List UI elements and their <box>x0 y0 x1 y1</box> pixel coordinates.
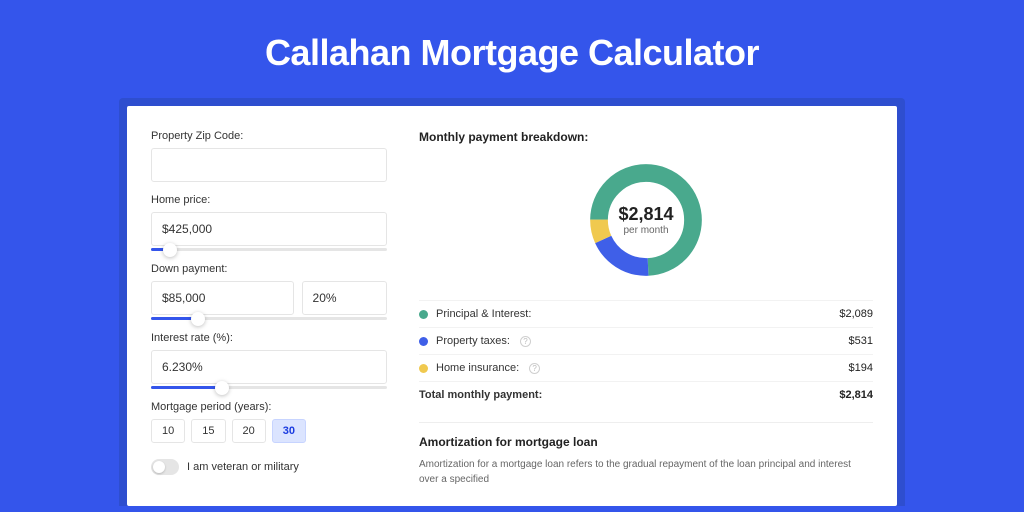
zip-label: Property Zip Code: <box>151 130 387 142</box>
help-icon[interactable]: ? <box>529 363 540 374</box>
card-shadow-frame: Property Zip Code: Home price: Down paym… <box>119 98 905 506</box>
legend-value: $194 <box>849 362 873 374</box>
period-option-15[interactable]: 15 <box>191 419 225 443</box>
rate-slider[interactable] <box>151 386 387 389</box>
down-field: Down payment: <box>151 263 387 320</box>
price-slider[interactable] <box>151 248 387 251</box>
period-options: 10 15 20 30 <box>151 419 387 443</box>
veteran-row: I am veteran or military <box>151 459 387 475</box>
legend-row-principal: Principal & Interest: $2,089 <box>419 300 873 327</box>
donut-amount: $2,814 <box>618 204 673 225</box>
legend-row-total: Total monthly payment: $2,814 <box>419 381 873 408</box>
donut-chart: $2,814 per month <box>584 158 708 282</box>
down-label: Down payment: <box>151 263 387 275</box>
veteran-label: I am veteran or military <box>187 461 299 473</box>
dot-icon <box>419 337 428 346</box>
amortization-section: Amortization for mortgage loan Amortizat… <box>419 422 873 487</box>
donut-center: $2,814 per month <box>584 158 708 282</box>
period-option-20[interactable]: 20 <box>232 419 266 443</box>
amortization-body: Amortization for a mortgage loan refers … <box>419 457 873 487</box>
donut-chart-wrap: $2,814 per month <box>419 158 873 282</box>
total-label: Total monthly payment: <box>419 389 542 401</box>
legend-value: $2,089 <box>839 308 873 320</box>
help-icon[interactable]: ? <box>520 336 531 347</box>
period-label: Mortgage period (years): <box>151 401 387 413</box>
form-column: Property Zip Code: Home price: Down paym… <box>151 130 387 506</box>
breakdown-title: Monthly payment breakdown: <box>419 130 873 144</box>
breakdown-column: Monthly payment breakdown: $2,814 per mo… <box>419 130 873 506</box>
down-slider[interactable] <box>151 317 387 320</box>
price-field: Home price: <box>151 194 387 251</box>
rate-input[interactable] <box>151 350 387 384</box>
legend-label: Property taxes: <box>436 335 510 347</box>
donut-sub: per month <box>623 225 668 236</box>
price-label: Home price: <box>151 194 387 206</box>
down-amount-input[interactable] <box>151 281 294 315</box>
legend-value: $531 <box>849 335 873 347</box>
period-option-10[interactable]: 10 <box>151 419 185 443</box>
page-title: Callahan Mortgage Calculator <box>0 0 1024 98</box>
zip-field: Property Zip Code: <box>151 130 387 182</box>
legend-label: Principal & Interest: <box>436 308 531 320</box>
dot-icon <box>419 310 428 319</box>
rate-label: Interest rate (%): <box>151 332 387 344</box>
zip-input[interactable] <box>151 148 387 182</box>
period-field: Mortgage period (years): 10 15 20 30 <box>151 401 387 443</box>
rate-field: Interest rate (%): <box>151 332 387 389</box>
total-value: $2,814 <box>839 389 873 401</box>
calculator-card: Property Zip Code: Home price: Down paym… <box>127 106 897 506</box>
amortization-title: Amortization for mortgage loan <box>419 435 873 449</box>
period-option-30[interactable]: 30 <box>272 419 306 443</box>
legend-row-taxes: Property taxes: ? $531 <box>419 327 873 354</box>
legend-label: Home insurance: <box>436 362 519 374</box>
price-input[interactable] <box>151 212 387 246</box>
legend-row-insurance: Home insurance: ? $194 <box>419 354 873 381</box>
veteran-toggle[interactable] <box>151 459 179 475</box>
dot-icon <box>419 364 428 373</box>
down-pct-input[interactable] <box>302 281 387 315</box>
